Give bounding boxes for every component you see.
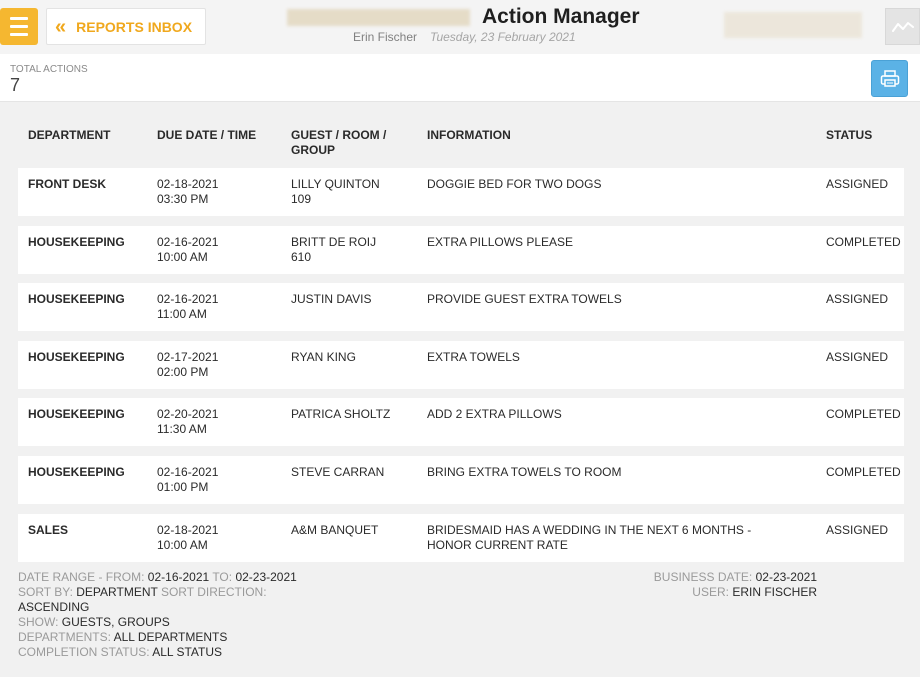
table-row[interactable]: FRONT DESK 02-18-2021 03:30 PM LILLY QUIN… xyxy=(18,168,904,216)
column-header-department: DEPARTMENT xyxy=(28,128,111,142)
chart-button[interactable] xyxy=(885,8,920,45)
hamburger-icon xyxy=(10,33,28,36)
status-cell: COMPLETED xyxy=(826,465,901,479)
department-cell: FRONT DESK xyxy=(28,177,106,191)
double-chevron-left-icon: « xyxy=(55,15,66,38)
guest-cell: STEVE CARRAN xyxy=(291,465,385,479)
status-cell: COMPLETED xyxy=(826,235,901,249)
due-date-cell: 02-16-2021 01:00 PM xyxy=(157,465,219,494)
guest-cell: RYAN KING xyxy=(291,350,356,364)
information-cell: BRIDESMAID HAS A WEDDING IN THE NEXT 6 M… xyxy=(427,523,752,552)
hamburger-icon xyxy=(10,25,28,28)
sort-direction-value: ASCENDING xyxy=(18,600,90,614)
status-cell: ASSIGNED xyxy=(826,523,889,537)
due-date-cell: 02-20-2021 11:30 AM xyxy=(157,407,219,436)
information-cell: EXTRA TOWELS xyxy=(427,350,520,364)
due-date-cell: 02-18-2021 03:30 PM xyxy=(157,177,219,206)
header-bar: « REPORTS INBOX Action Manager Erin Fisc… xyxy=(0,0,920,54)
department-cell: HOUSEKEEPING xyxy=(28,235,125,249)
information-cell: EXTRA PILLOWS PLEASE xyxy=(427,235,574,249)
current-date: Tuesday, 23 February 2021 xyxy=(430,30,576,44)
guest-cell: BRITT DE ROIJ 610 xyxy=(291,235,377,264)
due-date-cell: 02-16-2021 10:00 AM xyxy=(157,235,219,264)
page-title: Action Manager xyxy=(482,5,640,28)
user-line: USER: ERIN FISCHER xyxy=(692,585,817,599)
guest-cell: JUSTIN DAVIS xyxy=(291,292,372,306)
departments-line: DEPARTMENTS: ALL DEPARTMENTS xyxy=(18,630,228,644)
status-cell: ASSIGNED xyxy=(826,292,889,306)
status-cell: ASSIGNED xyxy=(826,177,889,191)
table-row[interactable]: SALES 02-18-2021 10:00 AM A&M BANQUET BRI… xyxy=(18,514,904,562)
show-line: SHOW: GUESTS, GROUPS xyxy=(18,615,170,629)
due-date-cell: 02-17-2021 02:00 PM xyxy=(157,350,219,379)
redacted-logo xyxy=(724,12,862,38)
reports-inbox-label: REPORTS INBOX xyxy=(76,18,193,35)
department-cell: HOUSEKEEPING xyxy=(28,465,125,479)
information-cell: PROVIDE GUEST EXTRA TOWELS xyxy=(427,292,622,306)
column-header-status: STATUS xyxy=(826,128,873,142)
department-cell: HOUSEKEEPING xyxy=(28,292,125,306)
print-button[interactable] xyxy=(871,60,908,97)
status-cell: COMPLETED xyxy=(826,407,901,421)
table-header: DEPARTMENT DUE DATE / TIME GUEST / ROOM … xyxy=(18,128,904,160)
sort-line: SORT BY: DEPARTMENT SORT DIRECTION: xyxy=(18,585,267,599)
user-name: Erin Fischer xyxy=(353,30,418,44)
completion-status-line: COMPLETION STATUS: ALL STATUS xyxy=(18,645,223,659)
redacted-property-name xyxy=(287,9,470,26)
due-date-cell: 02-16-2021 11:00 AM xyxy=(157,292,219,321)
information-cell: DOGGIE BED FOR TWO DOGS xyxy=(427,177,602,191)
report-meta: BUSINESS DATE: 02-23-2021 USER: ERIN FIS… xyxy=(654,570,817,600)
due-date-cell: 02-18-2021 10:00 AM xyxy=(157,523,219,552)
line-chart-icon xyxy=(891,21,914,32)
printer-icon xyxy=(880,69,899,87)
column-header-guest: GUEST / ROOM / GROUP xyxy=(291,128,387,157)
table-row[interactable]: HOUSEKEEPING 02-16-2021 01:00 PM STEVE CA… xyxy=(18,456,904,504)
report-filters: DATE RANGE - FROM: 02-16-2021 TO: 02-23-… xyxy=(18,570,297,660)
summary-bar: TOTAL ACTIONS 7 xyxy=(0,54,920,102)
guest-cell: PATRICA SHOLTZ xyxy=(291,407,391,421)
department-cell: HOUSEKEEPING xyxy=(28,350,125,364)
department-cell: HOUSEKEEPING xyxy=(28,407,125,421)
department-cell: SALES xyxy=(28,523,69,537)
business-date-line: BUSINESS DATE: 02-23-2021 xyxy=(653,570,817,584)
status-cell: ASSIGNED xyxy=(826,350,889,364)
table-row[interactable]: HOUSEKEEPING 02-16-2021 11:00 AM JUSTIN D… xyxy=(18,283,904,331)
total-actions-value: 7 xyxy=(10,75,21,95)
information-cell: ADD 2 EXTRA PILLOWS xyxy=(427,407,562,421)
hamburger-icon xyxy=(10,17,28,20)
table-row[interactable]: HOUSEKEEPING 02-16-2021 10:00 AM BRITT DE… xyxy=(18,226,904,274)
guest-cell: LILLY QUINTON 109 xyxy=(291,177,380,206)
reports-inbox-button[interactable]: « REPORTS INBOX xyxy=(46,8,206,45)
table-row[interactable]: HOUSEKEEPING 02-20-2021 11:30 AM PATRICA … xyxy=(18,398,904,446)
total-actions-label: TOTAL ACTIONS xyxy=(10,64,88,75)
information-cell: BRING EXTRA TOWELS TO ROOM xyxy=(427,465,622,479)
column-header-due-date: DUE DATE / TIME xyxy=(157,128,257,142)
guest-cell: A&M BANQUET xyxy=(291,523,379,537)
menu-button[interactable] xyxy=(0,8,38,45)
date-range-line: DATE RANGE - FROM: 02-16-2021 TO: 02-23-… xyxy=(18,570,297,584)
column-header-information: INFORMATION xyxy=(427,128,511,142)
table-row[interactable]: HOUSEKEEPING 02-17-2021 02:00 PM RYAN KIN… xyxy=(18,341,904,389)
